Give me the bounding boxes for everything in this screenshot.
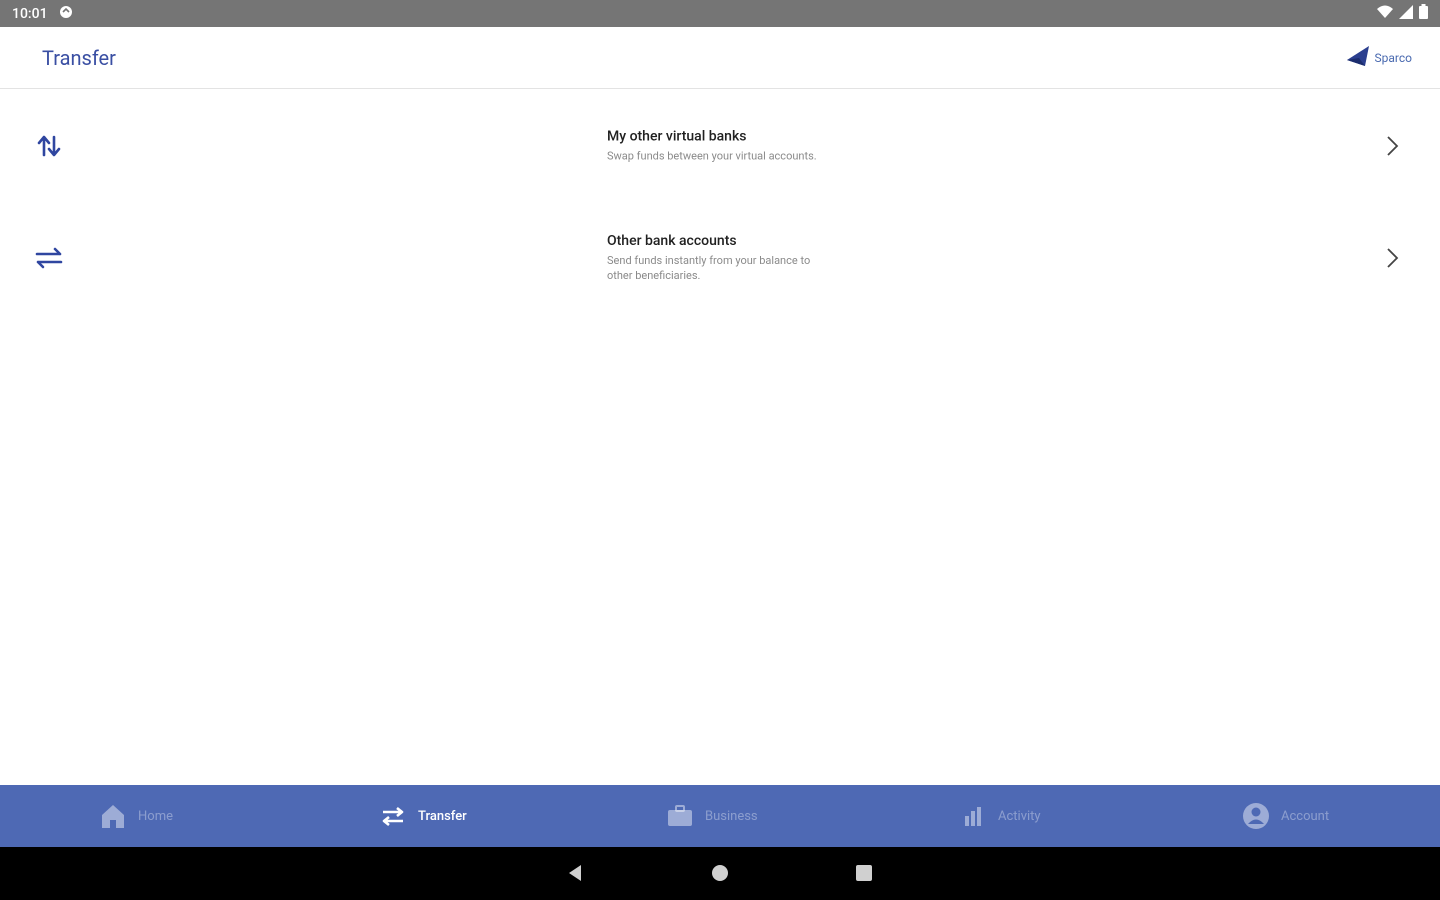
- nav-label: Home: [138, 808, 173, 824]
- wifi-icon: [1377, 4, 1393, 23]
- list-item-text: Other bank accounts Send funds instantly…: [607, 233, 817, 283]
- list-item-subtitle: Swap funds between your virtual accounts…: [607, 149, 817, 163]
- battery-icon: [1419, 4, 1428, 23]
- app-bar: Transfer Sparco: [0, 27, 1440, 89]
- nav-label: Activity: [998, 808, 1041, 824]
- chevron-right-icon: [1382, 246, 1402, 270]
- list-item-subtitle: Send funds instantly from your balance t…: [607, 254, 811, 282]
- nav-label: Account: [1281, 808, 1330, 824]
- logo-text: Sparco: [1374, 50, 1412, 65]
- back-icon[interactable]: [563, 861, 587, 885]
- page-title: Transfer: [42, 45, 116, 70]
- nav-item-activity[interactable]: Activity: [958, 785, 1041, 847]
- bottom-navigation: Home Transfer Business Activity Account: [0, 785, 1440, 847]
- nav-label: Business: [705, 808, 758, 824]
- transfer-icon: [378, 801, 408, 831]
- brand-logo: Sparco: [1345, 44, 1412, 72]
- nav-label: Transfer: [418, 808, 467, 824]
- status-left: 10:01: [12, 4, 74, 24]
- nav-item-account[interactable]: Account: [1241, 785, 1329, 847]
- nav-item-transfer[interactable]: Transfer: [378, 785, 467, 847]
- swap-horizontal-icon: [34, 243, 64, 273]
- bar-chart-icon: [958, 801, 988, 831]
- swap-vertical-icon: [34, 131, 64, 161]
- account-icon: [1241, 801, 1271, 831]
- logo-icon: [1345, 44, 1373, 72]
- transfer-options-list: My other virtual banks Swap funds betwee…: [0, 90, 1440, 314]
- status-time: 10:01: [12, 5, 48, 22]
- list-item-title: My other virtual banks: [607, 128, 747, 145]
- chevron-right-icon: [1382, 134, 1402, 158]
- system-navigation-bar: [0, 847, 1440, 900]
- briefcase-icon: [665, 801, 695, 831]
- signal-icon: [1399, 4, 1413, 23]
- list-item-text: My other virtual banks Swap funds betwee…: [607, 129, 817, 164]
- sync-icon: [58, 4, 74, 24]
- nav-item-business[interactable]: Business: [665, 785, 758, 847]
- list-item-other-bank-accounts[interactable]: Other bank accounts Send funds instantly…: [0, 202, 1440, 314]
- home-icon: [98, 801, 128, 831]
- nav-item-home[interactable]: Home: [98, 785, 173, 847]
- home-button-icon[interactable]: [708, 861, 732, 885]
- status-bar: 10:01: [0, 0, 1440, 27]
- status-right: [1377, 4, 1428, 23]
- list-item-title: Other bank accounts: [607, 233, 737, 249]
- recents-icon[interactable]: [852, 861, 876, 885]
- list-item-virtual-banks[interactable]: My other virtual banks Swap funds betwee…: [0, 90, 1440, 202]
